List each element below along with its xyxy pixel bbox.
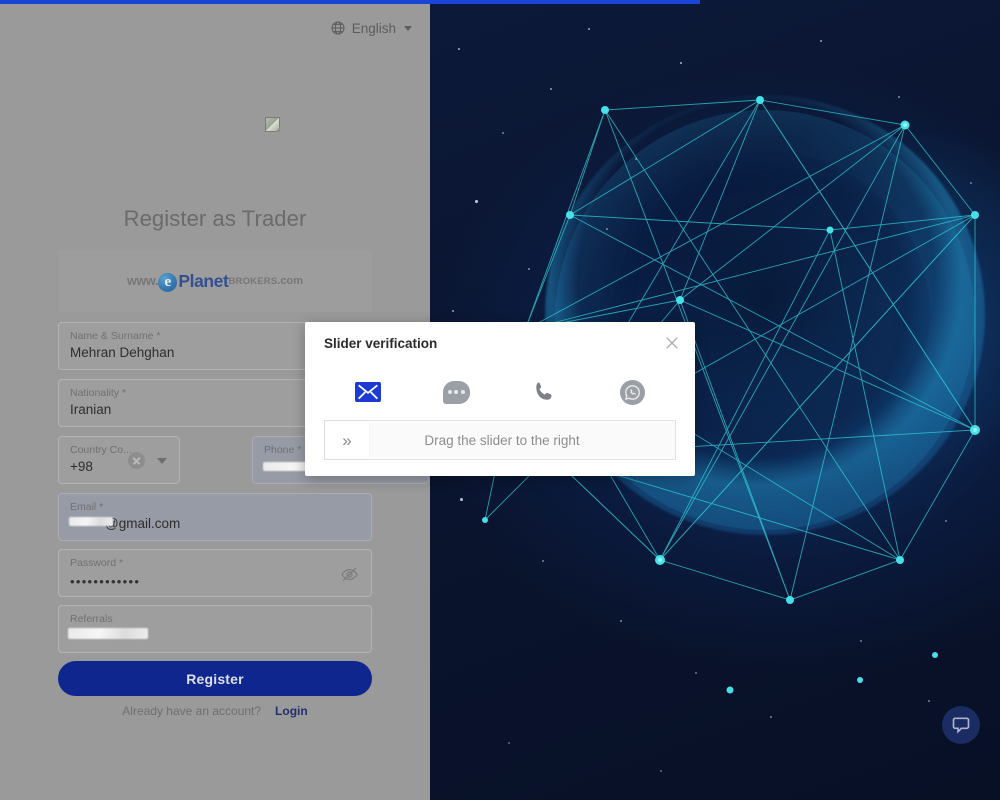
globe-icon: [331, 21, 345, 35]
clear-circle-icon[interactable]: [128, 452, 145, 469]
envelope-icon: [355, 382, 381, 402]
phone-icon: [536, 382, 552, 400]
country-code-field-label: Country Co...: [70, 444, 132, 456]
verification-channels: [324, 372, 676, 412]
password-field-value: ••••••••••••: [70, 574, 141, 589]
register-button[interactable]: Register: [58, 661, 372, 696]
password-field-label: Password *: [70, 557, 124, 569]
whatsapp-icon: [619, 379, 645, 405]
name-field-value: Mehran Dehghan: [70, 345, 175, 360]
name-field-label: Name & Surname *: [70, 330, 161, 342]
have-account-text: Already have an account?: [122, 704, 262, 718]
country-code-field-value: +98: [70, 459, 93, 474]
logo-brokers: BROKERS: [228, 275, 278, 287]
slider-instruction-text: Drag the slider to the right: [424, 432, 580, 448]
phone-field-label: Phone *: [264, 444, 302, 456]
eye-off-icon[interactable]: [340, 565, 359, 584]
page-loading-bar: [0, 0, 1000, 4]
password-field[interactable]: Password * ••••••••••••: [58, 549, 372, 597]
chat-widget-button[interactable]: [942, 706, 980, 744]
country-code-field[interactable]: Country Co... +98: [58, 436, 180, 484]
verification-slider-track[interactable]: » Drag the slider to the right: [324, 420, 676, 460]
referrals-field[interactable]: Referrals: [58, 605, 372, 653]
nationality-field-value: Iranian: [70, 402, 112, 417]
language-label: English: [351, 20, 396, 36]
email-field[interactable]: Email * @gmail.com: [58, 493, 372, 541]
nationality-field-label: Nationality *: [70, 387, 127, 399]
chevron-down-icon: [404, 25, 412, 31]
call-channel-button[interactable]: [500, 380, 588, 404]
login-row: Already have an account? Login: [58, 704, 372, 718]
email-field-value: @gmail.com: [105, 516, 181, 531]
page-loading-bar-fill: [0, 0, 700, 4]
page-root: English Register as Trader www. e Planet…: [0, 0, 1000, 800]
page-title: Register as Trader: [123, 206, 307, 231]
logo-image-placeholder: [265, 117, 281, 133]
chevron-down-icon[interactable]: [157, 458, 167, 464]
sms-channel-button[interactable]: [412, 380, 500, 404]
brand-logo-box: www. e Planet BROKERS .com: [58, 250, 372, 312]
eplanetbrokers-logo: www. e Planet BROKERS .com: [127, 271, 303, 292]
email-field-label: Email *: [70, 501, 104, 513]
close-icon[interactable]: [663, 334, 681, 352]
logo-www: www.: [126, 274, 159, 288]
login-link[interactable]: Login: [275, 704, 308, 718]
whatsapp-channel-button[interactable]: [588, 379, 676, 405]
modal-title: Slider verification: [324, 336, 438, 351]
email-channel-button[interactable]: [324, 382, 412, 402]
referrals-field-redacted-value: [68, 628, 148, 639]
broken-image-icon: [265, 117, 280, 132]
top-bar: English: [0, 8, 430, 48]
referrals-field-label: Referrals: [70, 613, 113, 625]
email-field-redacted-part: [69, 517, 113, 526]
slider-verification-modal: Slider verification » Drag the slider to…: [305, 322, 695, 476]
logo-e-icon: e: [158, 272, 178, 292]
logo-dotcom: .com: [277, 275, 304, 287]
chat-widget-icon: [952, 717, 970, 734]
language-selector[interactable]: English: [330, 20, 412, 36]
verification-slider-handle[interactable]: »: [325, 421, 369, 459]
chat-bubble-icon: [442, 380, 470, 404]
double-chevron-right-icon: »: [342, 430, 352, 450]
logo-planet: Planet: [178, 270, 229, 291]
